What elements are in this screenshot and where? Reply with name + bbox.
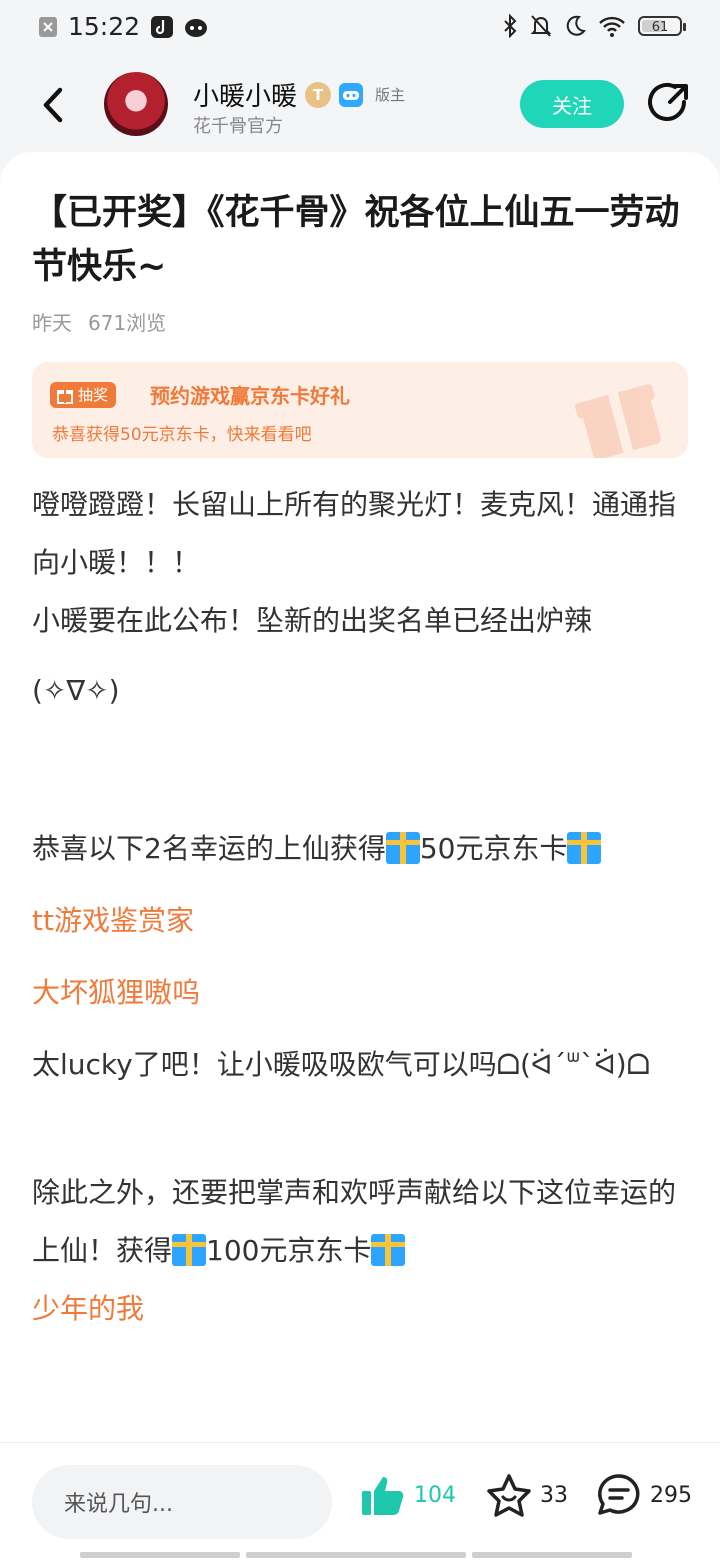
winner-name[interactable]: 大坏狐狸嗷呜 xyxy=(32,964,692,1022)
favorite-count: 33 xyxy=(540,1482,568,1508)
wifi-icon xyxy=(599,16,625,37)
author-info: 小暖小暖 T 版主 xyxy=(193,76,405,113)
lottery-title: 预约游戏赢京东卡好礼 xyxy=(150,384,350,408)
status-time: 15:22 xyxy=(68,12,141,41)
gift-emoji-icon xyxy=(567,832,602,864)
post-date: 昨天 xyxy=(32,311,72,335)
body-paragraph: 太lucky了吧！让小暖吸吸欧气可以吗ᗝ(ᐛ´ᐜ`ᐛ)ᗝ xyxy=(32,1048,650,1081)
post-header: 小暖小暖 T 版主 花千骨官方 关注 xyxy=(0,62,720,152)
post-card: 【已开奖】《花千骨》祝各位上仙五一劳动节快乐~ 昨天 671浏览 抽奖 预约游戏… xyxy=(0,152,720,1442)
home-indicator xyxy=(0,1552,720,1560)
author-avatar[interactable] xyxy=(104,72,168,136)
comment-count: 295 xyxy=(650,1482,692,1508)
thumbs-up-icon xyxy=(362,1477,404,1515)
share-icon[interactable] xyxy=(644,80,694,130)
gift-emoji-icon xyxy=(172,1234,207,1266)
post-body: 噔噔蹬蹬！长留山上所有的聚光灯！麦克风！通通指向小暖！！！ 小暖要在此公布！坠新… xyxy=(32,476,692,1338)
comment-button[interactable]: 295 xyxy=(596,1473,692,1517)
author-subtitle: 花千骨官方 xyxy=(193,116,283,137)
game-app-icon xyxy=(185,18,208,37)
moon-icon xyxy=(566,15,586,36)
gamepad-badge-icon xyxy=(339,82,364,107)
follow-button[interactable]: 关注 xyxy=(520,80,624,128)
post-meta: 昨天 671浏览 xyxy=(32,307,166,336)
post-views: 671浏览 xyxy=(88,311,167,335)
winner-name[interactable]: tt游戏鉴赏家 xyxy=(32,892,692,950)
status-bar: 15:22 61 xyxy=(0,0,720,58)
bluetooth-icon xyxy=(504,14,517,38)
post-title: 【已开奖】《花千骨》祝各位上仙五一劳动节快乐~ xyxy=(32,193,680,287)
mute-bell-icon xyxy=(530,15,552,37)
indicator-segment xyxy=(80,1552,240,1558)
gift-emoji-icon xyxy=(371,1234,406,1266)
back-arrow-icon[interactable] xyxy=(30,80,80,130)
body-paragraph: 除此之外，还要把掌声和欢呼声献给以下这位幸运的上仙！获得 100元京东卡 xyxy=(32,1164,692,1280)
like-button[interactable]: 104 xyxy=(360,1473,456,1517)
gift-emoji-icon xyxy=(385,832,420,864)
winner-name[interactable]: 少年的我 xyxy=(32,1280,692,1338)
body-paragraph: (✧∇✧) xyxy=(32,674,120,707)
star-icon xyxy=(487,1474,531,1517)
notification-icon xyxy=(39,16,57,37)
lottery-tag-label: 抽奖 xyxy=(78,386,109,404)
indicator-segment xyxy=(246,1552,466,1558)
favorite-button[interactable]: 33 xyxy=(486,1473,568,1517)
lottery-subtitle: 恭喜获得50元京东卡，快来看看吧 xyxy=(52,425,312,445)
body-text-span: 100元京东卡 xyxy=(206,1234,372,1267)
body-text-span: 50元京东卡 xyxy=(419,832,568,865)
gift-watermark-icon xyxy=(575,384,661,458)
body-paragraph: 恭喜以下2名幸运的上仙获得 50元京东卡 xyxy=(32,820,692,878)
comment-input[interactable]: 来说几句... xyxy=(32,1465,332,1539)
bottom-action-bar: 来说几句... 104 33 295 xyxy=(0,1442,720,1561)
body-paragraph: 小暖要在此公布！坠新的出奖名单已经出炉辣 xyxy=(32,604,593,637)
lottery-tag: 抽奖 xyxy=(50,382,117,408)
level-badge-icon: T xyxy=(305,81,332,108)
body-paragraph: 噔噔蹬蹬！长留山上所有的聚光灯！麦克风！通通指向小暖！！！ xyxy=(32,488,677,579)
author-name[interactable]: 小暖小暖 xyxy=(193,76,297,113)
battery-indicator: 61 xyxy=(638,16,686,36)
lottery-banner[interactable]: 抽奖 预约游戏赢京东卡好礼 恭喜获得50元京东卡，快来看看吧 xyxy=(32,362,688,458)
gift-icon xyxy=(57,390,73,404)
indicator-segment xyxy=(472,1552,632,1558)
comment-bubble-icon xyxy=(598,1474,640,1515)
battery-text: 61 xyxy=(651,20,669,35)
tiktok-icon xyxy=(151,15,174,38)
body-text-span: 恭喜以下2名幸运的上仙获得 xyxy=(32,832,386,865)
author-role: 版主 xyxy=(375,86,406,104)
like-count: 104 xyxy=(414,1482,456,1508)
